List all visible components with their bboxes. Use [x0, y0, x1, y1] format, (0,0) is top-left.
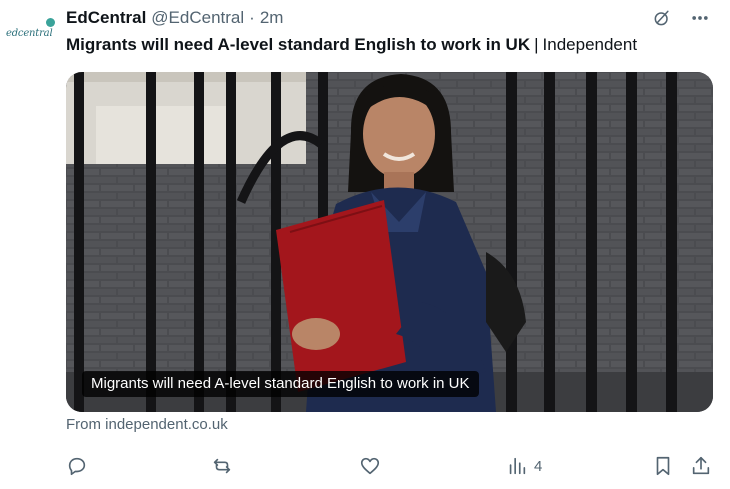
action-bar: 4 [66, 452, 716, 480]
header-actions [650, 6, 712, 30]
tweet-publisher: Independent [542, 35, 638, 54]
logo-dot-icon [46, 18, 55, 27]
header-separator: · [249, 8, 255, 27]
bookmark-button[interactable] [652, 452, 674, 480]
heart-icon [360, 457, 380, 475]
tweet[interactable]: edcentral EdCentral @EdCentral · 2m Migr… [0, 0, 730, 489]
tweet-text: Migrants will need A-level standard Engl… [66, 34, 637, 56]
views-icon [509, 457, 526, 475]
link-card[interactable]: Migrants will need A-level standard Engl… [66, 72, 713, 412]
like-button[interactable] [359, 452, 387, 480]
avatar-logo-text: edcentral [6, 28, 53, 39]
text-separator: | [534, 35, 539, 54]
link-source[interactable]: From independent.co.uk [66, 416, 228, 433]
reply-icon [68, 457, 86, 476]
card-caption: Migrants will need A-level standard Engl… [82, 371, 479, 397]
share-button[interactable] [690, 452, 712, 480]
grok-icon[interactable] [650, 6, 674, 30]
views-count: 4 [534, 457, 543, 475]
reply-button[interactable] [66, 452, 94, 480]
post-time[interactable]: 2m [260, 8, 284, 28]
share-icon [692, 456, 710, 475]
views-button[interactable]: 4 [506, 452, 542, 480]
repost-icon [213, 458, 231, 474]
account-name[interactable]: EdCentral [66, 8, 146, 28]
avatar[interactable]: edcentral [6, 14, 58, 44]
bookmark-icon [656, 456, 670, 476]
tweet-header: EdCentral @EdCentral · 2m [66, 7, 283, 29]
repost-button[interactable] [211, 452, 239, 480]
card-photo [66, 72, 713, 412]
tweet-headline: Migrants will need A-level standard Engl… [66, 35, 531, 54]
account-handle[interactable]: @EdCentral [151, 8, 244, 28]
more-icon[interactable] [688, 6, 712, 30]
